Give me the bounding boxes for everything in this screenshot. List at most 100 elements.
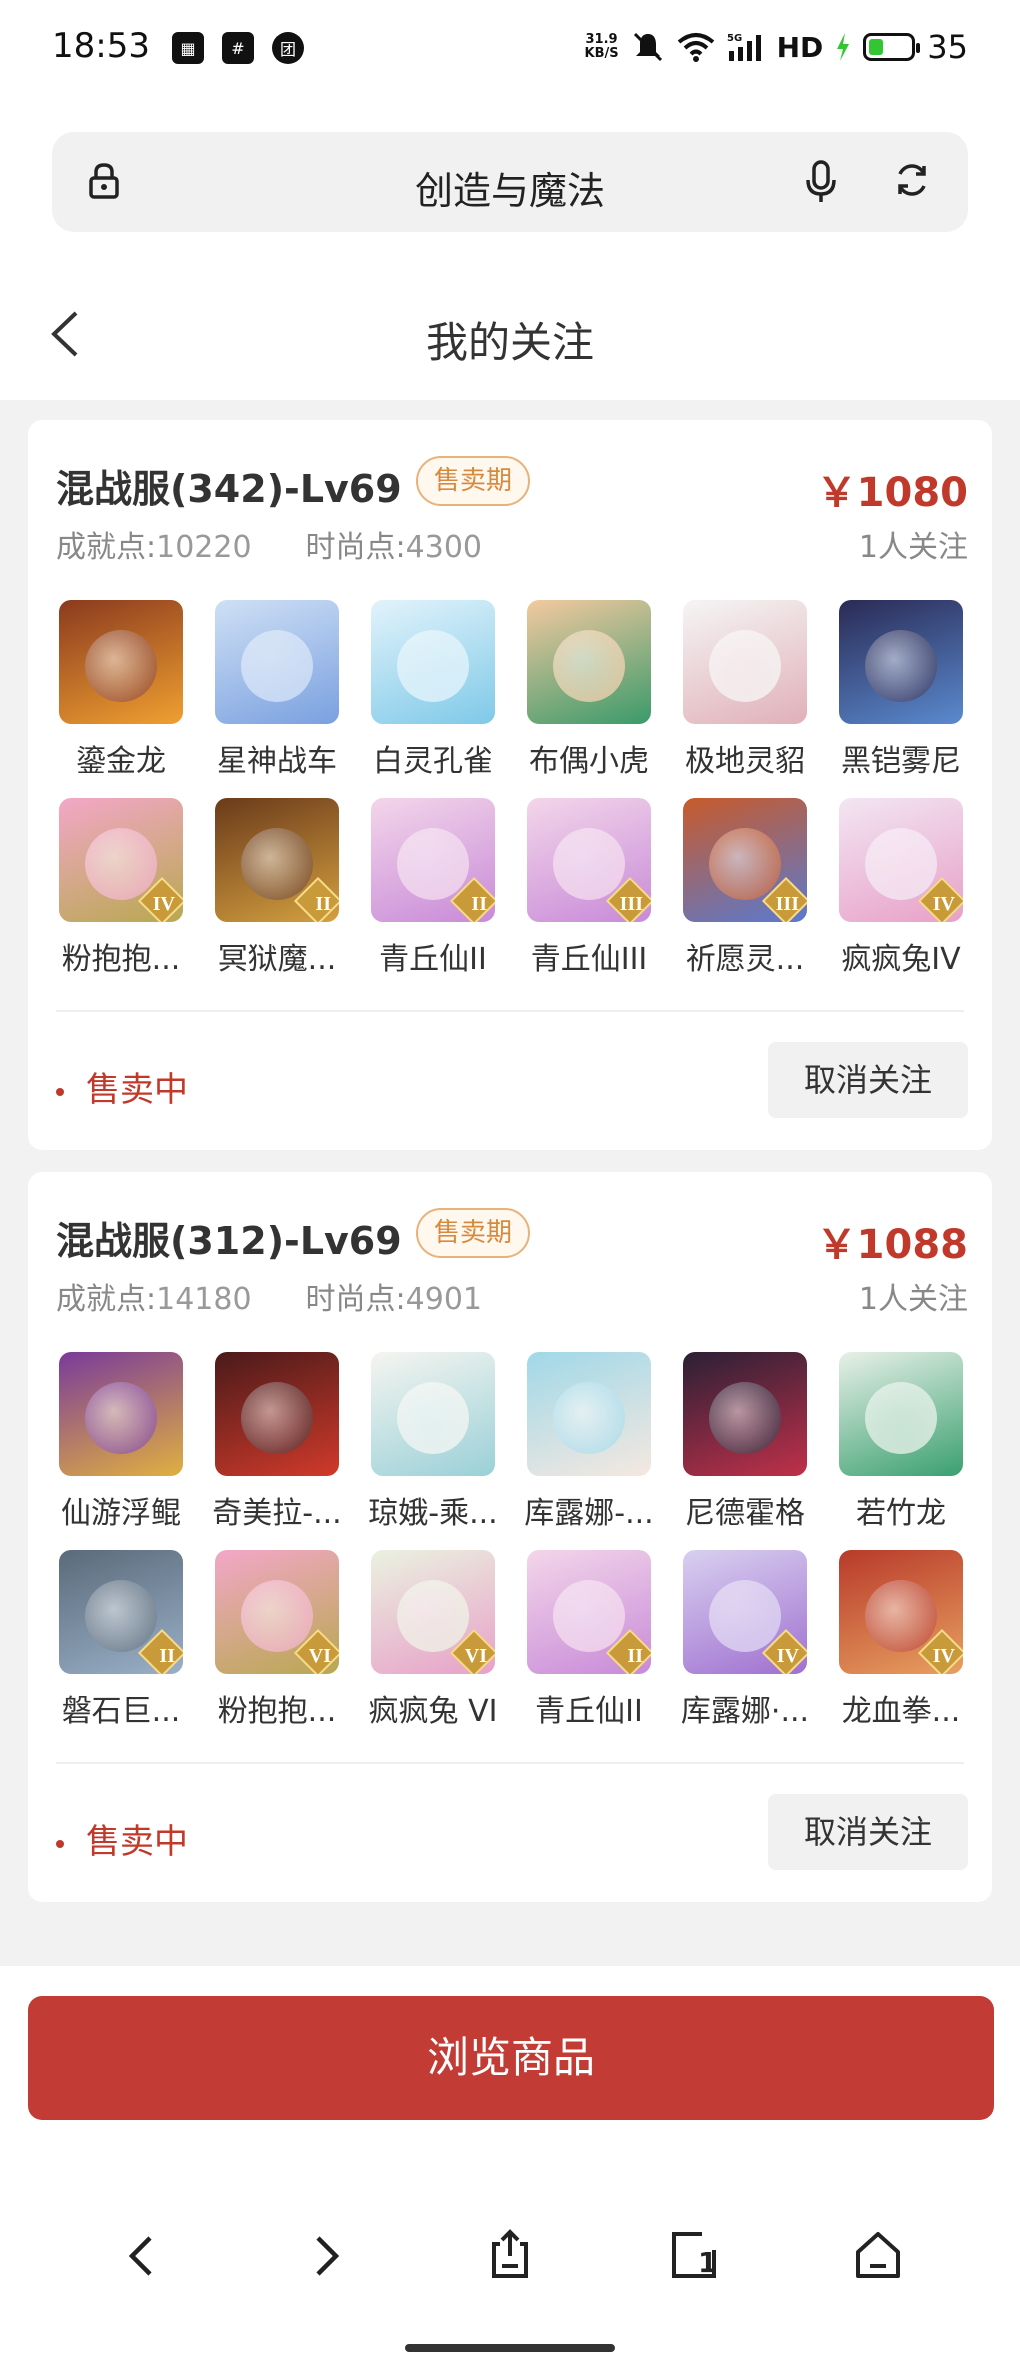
pet-name: 布偶小虎 (529, 744, 649, 779)
pet-name: 青丘仙III (530, 942, 648, 977)
pet-item[interactable]: 白灵孔雀 (358, 600, 508, 780)
pet-name: 仙游浮鲲 (61, 1496, 181, 1531)
pet-thumbnail (527, 600, 651, 724)
sale-status: 售卖中 (56, 1062, 188, 1111)
pet-figure (553, 1580, 625, 1652)
tier-badge-label: IV (152, 893, 175, 915)
pet-item[interactable]: II 青丘仙II (358, 798, 508, 978)
listing-card[interactable]: 混战服(342)-Lv69 售卖期 ￥1080 成就点:10220 时尚点:430… (28, 420, 992, 1150)
pet-item[interactable]: 布偶小虎 (514, 600, 664, 780)
unfollow-button[interactable]: 取消关注 (768, 1794, 968, 1870)
price: ￥1080 (816, 470, 968, 516)
tier-badge-label: II (471, 893, 487, 915)
pet-thumbnail (527, 1352, 651, 1476)
pet-thumbnail: VI (215, 1550, 339, 1674)
tier-badge-label: VI (464, 1645, 487, 1667)
pet-item[interactable]: 星神战车 (202, 600, 352, 780)
pet-item[interactable]: II 青丘仙II (514, 1550, 664, 1730)
pet-figure (865, 630, 937, 702)
battery-icon (863, 33, 921, 61)
unfollow-button[interactable]: 取消关注 (768, 1042, 968, 1118)
pet-thumbnail (839, 600, 963, 724)
pet-figure (865, 828, 937, 900)
pet-item[interactable]: 仙游浮鲲 (46, 1352, 196, 1532)
grid-app-icon: # (222, 32, 254, 64)
pet-thumbnail: II (59, 1550, 183, 1674)
tier-badge-label: IV (932, 893, 955, 915)
pet-figure (397, 1580, 469, 1652)
item-row: II 磐石巨... VI 粉抱抱... VI 疯疯兔 VI II 青丘仙II IV 库露娜·...… (46, 1550, 976, 1730)
svg-text:5G: 5G (727, 33, 742, 44)
pet-item[interactable]: IV 龙血拳... (826, 1550, 976, 1730)
pet-figure (709, 630, 781, 702)
home-indicator[interactable] (405, 2344, 615, 2352)
pet-item[interactable]: 琼娥-乘... (358, 1352, 508, 1532)
home-icon[interactable] (848, 2226, 908, 2286)
sale-status: 售卖中 (56, 1814, 188, 1863)
pet-item[interactable]: III 青丘仙III (514, 798, 664, 978)
pet-name: 磐石巨... (61, 1694, 181, 1729)
listing-stats: 成就点:10220 时尚点:4300 (56, 522, 482, 566)
pet-thumbnail: II (371, 798, 495, 922)
microphone-icon[interactable] (804, 160, 838, 204)
status-time: 18:53 (52, 26, 150, 66)
browse-products-button[interactable]: 浏览商品 (28, 1996, 994, 2120)
pet-item[interactable]: 奇美拉-... (202, 1352, 352, 1532)
refresh-icon[interactable] (892, 160, 932, 200)
pet-item[interactable]: 若竹龙 (826, 1352, 976, 1532)
item-row: 鎏金龙 星神战车 白灵孔雀 布偶小虎 极地灵貂 黑铠雾尼 (46, 600, 976, 780)
server-name: 混战服(342)-Lv69 (56, 467, 402, 511)
pet-figure (553, 828, 625, 900)
tier-badge-label: II (627, 1645, 643, 1667)
address-bar[interactable]: 创造与魔法 (52, 132, 968, 232)
tuan-app-icon: 团 (272, 32, 304, 64)
pet-item[interactable]: IV 粉抱抱... (46, 798, 196, 978)
item-grid: 鎏金龙 星神战车 白灵孔雀 布偶小虎 极地灵貂 黑铠雾尼 IV 粉抱抱... II 冥狱魔... I… (46, 600, 976, 996)
fashion-value: 4300 (405, 530, 483, 565)
share-icon[interactable] (480, 2226, 540, 2286)
pet-name: 疯疯兔IV (841, 942, 961, 977)
status-indicators: 31.9 KB/S 5G HD 35 (585, 28, 969, 66)
pet-figure (709, 1580, 781, 1652)
tabs-count: 1 (698, 2246, 718, 2279)
tier-badge-label: III (619, 893, 643, 915)
pet-thumbnail: VI (371, 1550, 495, 1674)
follower-count: 1人关注 (858, 1282, 968, 1317)
signal-5g-icon: 5G (727, 33, 761, 61)
back-icon[interactable] (112, 2226, 172, 2286)
pet-thumbnail: IV (683, 1550, 807, 1674)
tier-badge-label: IV (932, 1645, 955, 1667)
pet-item[interactable]: 库露娜-... (514, 1352, 664, 1532)
charging-icon (837, 33, 850, 61)
app-notification-icon: ▦ (172, 32, 204, 64)
pet-name: 青丘仙II (379, 942, 487, 977)
pet-item[interactable]: 黑铠雾尼 (826, 600, 976, 780)
tier-badge-label: II (315, 893, 331, 915)
pet-figure (241, 1382, 313, 1454)
pet-thumbnail (59, 1352, 183, 1476)
pet-item[interactable]: IV 库露娜·... (670, 1550, 820, 1730)
pet-thumbnail (683, 1352, 807, 1476)
pet-item[interactable]: III 祈愿灵... (670, 798, 820, 978)
network-speed: 31.9 KB/S (584, 32, 619, 61)
pet-item[interactable]: 极地灵貂 (670, 600, 820, 780)
pet-thumbnail: II (527, 1550, 651, 1674)
divider (56, 1010, 964, 1012)
tabs-icon[interactable]: 1 (664, 2226, 724, 2286)
wifi-icon (677, 33, 714, 62)
pet-item[interactable]: VI 疯疯兔 VI (358, 1550, 508, 1730)
pet-item[interactable]: 鎏金龙 (46, 600, 196, 780)
pet-item[interactable]: 尼德霍格 (670, 1352, 820, 1532)
pet-name: 疯疯兔 VI (368, 1694, 498, 1729)
pet-item[interactable]: VI 粉抱抱... (202, 1550, 352, 1730)
pet-thumbnail (371, 1352, 495, 1476)
pet-figure (241, 630, 313, 702)
achievement-label: 成就点: (56, 530, 157, 565)
pet-item[interactable]: II 冥狱魔... (202, 798, 352, 978)
pet-figure (553, 1382, 625, 1454)
pet-item[interactable]: II 磐石巨... (46, 1550, 196, 1730)
listing-card[interactable]: 混战服(312)-Lv69 售卖期 ￥1088 成就点:14180 时尚点:490… (28, 1172, 992, 1902)
mute-icon (633, 32, 662, 62)
pet-item[interactable]: IV 疯疯兔IV (826, 798, 976, 978)
forward-icon[interactable] (296, 2226, 356, 2286)
